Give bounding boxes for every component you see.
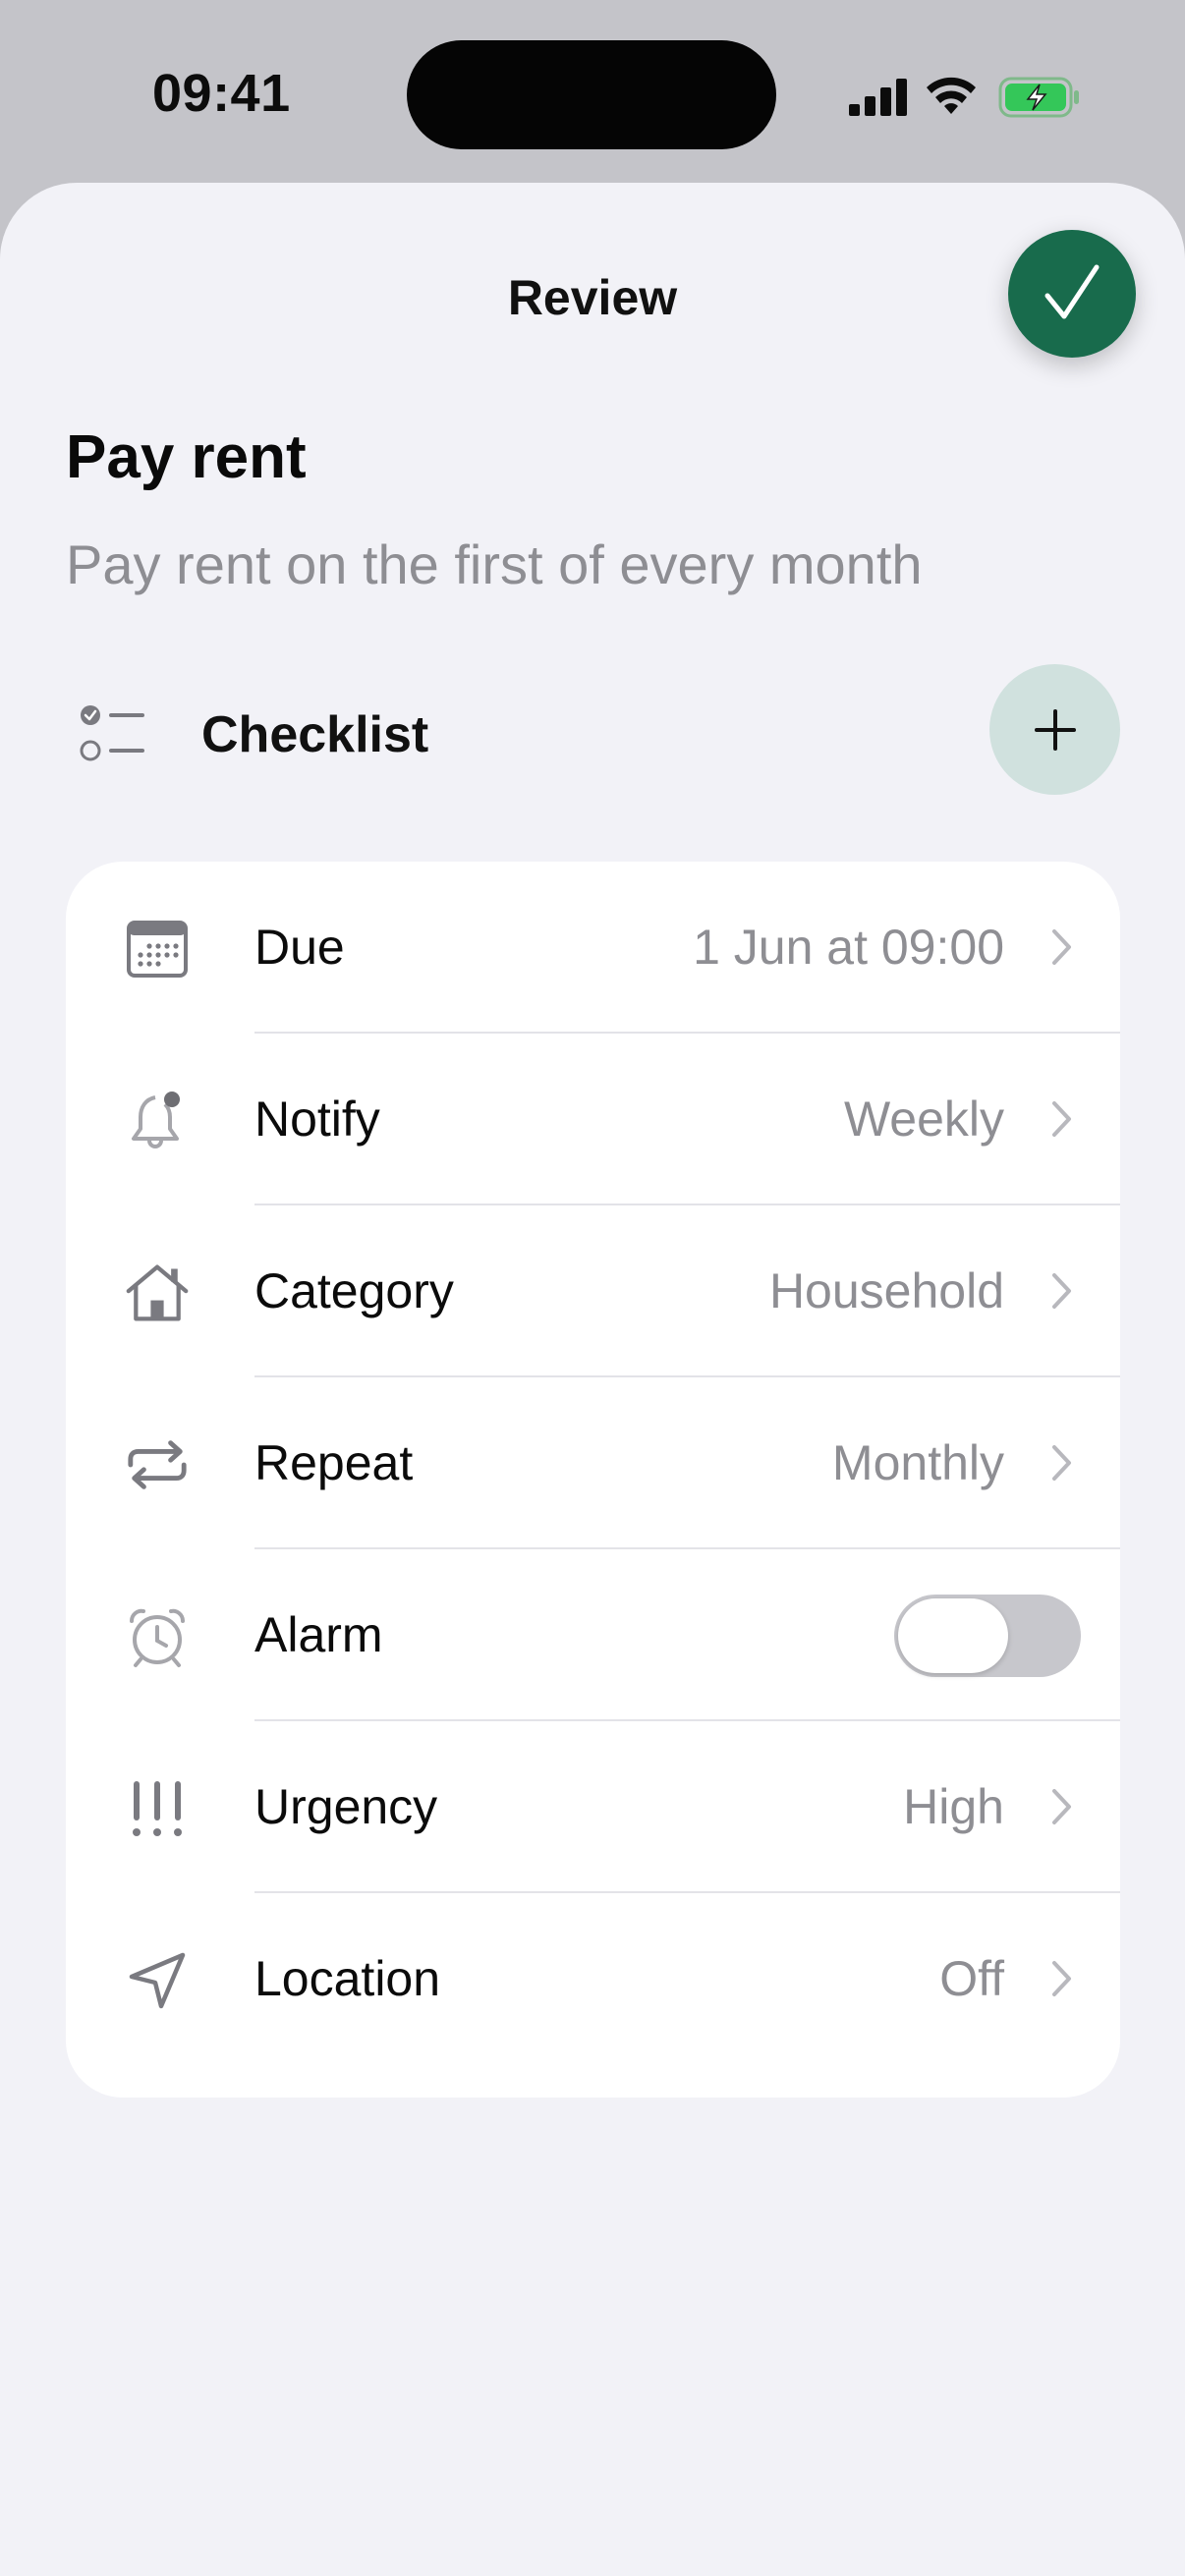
row-urgency[interactable]: Urgency High	[66, 1721, 1120, 1893]
task-note[interactable]: Pay rent on the first of every month	[66, 532, 923, 596]
row-location[interactable]: Location Off	[66, 1893, 1120, 2065]
row-value: Off	[939, 1951, 1004, 2006]
row-label: Due	[254, 920, 345, 975]
signal-icon	[849, 79, 907, 116]
status-time: 09:41	[152, 64, 291, 123]
row-category[interactable]: Category Household	[66, 1205, 1120, 1377]
house-icon	[125, 1260, 190, 1325]
toggle-knob	[898, 1598, 1008, 1673]
checklist-row: Checklist	[66, 664, 1120, 798]
repeat-icon	[125, 1432, 190, 1497]
row-due[interactable]: Due 1 Jun at 09:00	[66, 862, 1120, 1034]
task-title[interactable]: Pay rent	[66, 422, 307, 492]
add-checklist-item-button[interactable]	[989, 664, 1120, 795]
row-value: Monthly	[831, 1435, 1004, 1490]
row-repeat[interactable]: Repeat Monthly	[66, 1377, 1120, 1549]
checklist-label: Checklist	[201, 706, 429, 763]
row-value: Weekly	[843, 1092, 1004, 1147]
location-arrow-icon	[125, 1948, 190, 2013]
task-settings-card: Due 1 Jun at 09:00 Notify Weekly Categor…	[66, 862, 1120, 2098]
alarm-clock-icon	[125, 1604, 190, 1669]
row-alarm: Alarm	[66, 1549, 1120, 1721]
sheet-title: Review	[507, 270, 678, 325]
checkmark-icon	[1044, 264, 1100, 319]
battery-icon	[998, 77, 1079, 118]
plus-icon	[1034, 708, 1076, 751]
calendar-icon	[125, 917, 190, 981]
chevron-right-icon	[1052, 1273, 1071, 1309]
row-label: Category	[254, 1263, 454, 1318]
chevron-right-icon	[1052, 1445, 1071, 1481]
row-label: Notify	[254, 1092, 380, 1147]
review-sheet: Review Pay rent Pay rent on the first of…	[0, 183, 1185, 2576]
alarm-toggle[interactable]	[894, 1595, 1081, 1677]
row-label: Location	[254, 1951, 441, 2006]
chevron-right-icon	[1052, 1101, 1071, 1137]
bell-icon	[125, 1089, 190, 1153]
exclamation-icon	[125, 1776, 190, 1841]
wifi-icon	[927, 77, 976, 114]
status-bar: 09:41	[0, 0, 1185, 187]
chevron-right-icon	[1052, 1961, 1071, 1996]
row-value: Household	[768, 1263, 1004, 1318]
row-value: High	[903, 1779, 1004, 1834]
chevron-right-icon	[1052, 929, 1071, 965]
chevron-right-icon	[1052, 1789, 1071, 1824]
dynamic-island	[407, 40, 776, 149]
row-value: 1 Jun at 09:00	[693, 920, 1004, 975]
row-label: Repeat	[254, 1435, 414, 1490]
checklist-icon	[80, 705, 144, 761]
row-notify[interactable]: Notify Weekly	[66, 1034, 1120, 1205]
row-label: Urgency	[254, 1779, 438, 1834]
confirm-button[interactable]	[1008, 230, 1136, 358]
row-label: Alarm	[254, 1607, 383, 1662]
